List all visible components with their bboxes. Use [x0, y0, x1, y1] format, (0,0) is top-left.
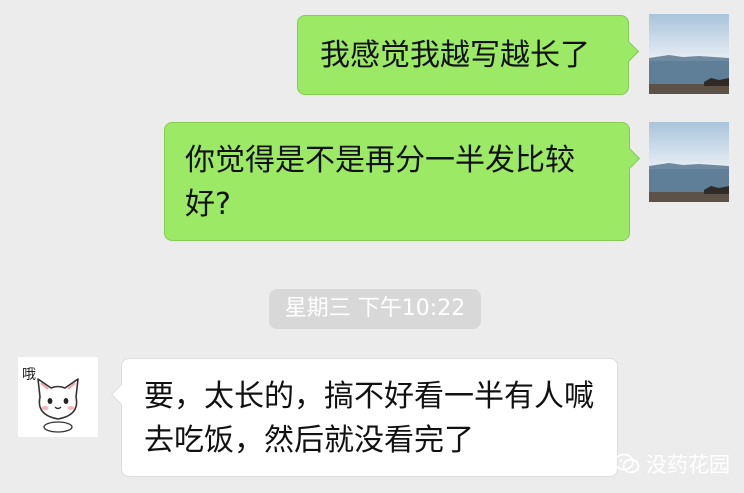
- seaside-photo-icon: [649, 122, 729, 202]
- wechat-icon: [614, 453, 640, 474]
- watermark-text: 没药花园: [646, 453, 730, 477]
- sent-message-bubble[interactable]: 你觉得是不是再分一半发比较好?: [164, 122, 641, 241]
- message-text: 我感觉我越写越长了: [320, 38, 590, 73]
- bubble-tail: [618, 147, 641, 170]
- received-message-bubble[interactable]: 要，太长的，搞不好看一半有人喊去吃饭，然后就没看完了: [110, 358, 618, 477]
- bubble-tail: [110, 383, 133, 406]
- seaside-photo-icon: [649, 14, 729, 94]
- watermark: 没药花园: [614, 449, 730, 479]
- cat-sticker-icon: 哦: [18, 357, 98, 437]
- contact-avatar[interactable]: 哦: [18, 357, 98, 437]
- message-text: 你觉得是不是再分一半发比较好?: [185, 143, 575, 222]
- sent-message-bubble[interactable]: 我感觉我越写越长了: [297, 15, 640, 95]
- self-avatar[interactable]: [649, 14, 729, 94]
- self-avatar[interactable]: [649, 122, 729, 202]
- avatar-label: 哦: [22, 367, 36, 383]
- message-text: 要，太长的，搞不好看一半有人喊去吃饭，然后就没看完了: [144, 379, 594, 458]
- timestamp: 星期三 下午10:22: [269, 289, 481, 329]
- bubble-tail: [617, 40, 640, 63]
